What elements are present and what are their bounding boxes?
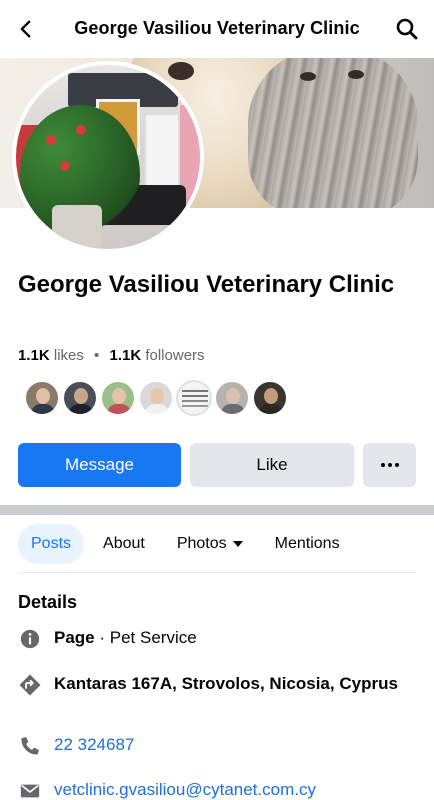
tab-photos[interactable]: Photos (164, 524, 256, 564)
caret-down-icon (232, 541, 243, 547)
more-dots-icon (380, 463, 399, 467)
tab-photos-label: Photos (176, 535, 227, 552)
tab-about-label: About (103, 535, 145, 552)
profile-tabs: Posts About Photos Mentions (18, 523, 416, 565)
likes-label: likes (53, 347, 84, 364)
cover-cat-eye (348, 70, 364, 79)
message-button[interactable]: Message (18, 443, 181, 487)
avatar-flower (60, 161, 70, 171)
directions-icon (18, 673, 42, 697)
phone-icon (18, 734, 42, 758)
tab-posts[interactable]: Posts (18, 524, 85, 564)
friends-who-like[interactable] (24, 380, 288, 416)
category-value: · Pet Service (94, 628, 197, 647)
detail-email[interactable]: vetclinic.gvasiliou@cytanet.com.cy (18, 779, 316, 800)
friend-avatar[interactable] (24, 380, 60, 416)
address-text: Kantaras 167A, Strovolos, Nicosia, Cypru… (54, 674, 398, 693)
friend-avatar[interactable] (100, 380, 136, 416)
category-prefix: Page (54, 628, 95, 647)
top-bar: George Vasiliou Veterinary Clinic (0, 0, 434, 58)
avatar-flower (46, 135, 56, 145)
tab-about[interactable]: About (90, 524, 158, 564)
avatar-pot (52, 205, 102, 249)
friend-avatar[interactable] (138, 380, 174, 416)
tab-mentions-label: Mentions (274, 535, 340, 552)
section-divider (0, 505, 434, 515)
email-link[interactable]: vetclinic.gvasiliou@cytanet.com.cy (54, 780, 316, 799)
likes-count: 1.1K (18, 347, 50, 364)
header-title: George Vasiliou Veterinary Clinic (74, 18, 360, 38)
page-name: George Vasiliou Veterinary Clinic (18, 271, 395, 298)
detail-address[interactable]: Kantaras 167A, Strovolos, Nicosia, Cypru… (18, 673, 398, 697)
tab-mentions[interactable]: Mentions (262, 524, 353, 564)
like-button[interactable]: Like (190, 443, 354, 487)
stats-separator: • (94, 347, 100, 364)
friend-avatar[interactable] (252, 380, 288, 416)
search-button[interactable] (394, 16, 420, 42)
details-heading: Details (18, 592, 78, 612)
search-icon (396, 18, 418, 40)
info-icon (18, 627, 42, 651)
more-button[interactable] (363, 443, 416, 487)
detail-phone[interactable]: 22 324687 (18, 734, 134, 758)
followers-label: followers (145, 347, 205, 364)
tabs-divider (18, 572, 416, 573)
phone-link[interactable]: 22 324687 (54, 735, 134, 754)
cover-cat-eye (300, 72, 316, 81)
cover-cat-shape (248, 58, 418, 208)
page-stats[interactable]: 1.1K likes • 1.1K followers (18, 347, 205, 364)
avatar-flower (76, 125, 86, 135)
profile-picture[interactable] (16, 65, 200, 249)
friend-avatar[interactable] (214, 380, 250, 416)
followers-count: 1.1K (109, 347, 142, 364)
friend-avatar[interactable] (62, 380, 98, 416)
detail-category: Page · Pet Service (18, 627, 197, 651)
tab-posts-label: Posts (31, 535, 72, 552)
friend-avatar[interactable] (176, 380, 212, 416)
mail-icon (18, 779, 42, 800)
